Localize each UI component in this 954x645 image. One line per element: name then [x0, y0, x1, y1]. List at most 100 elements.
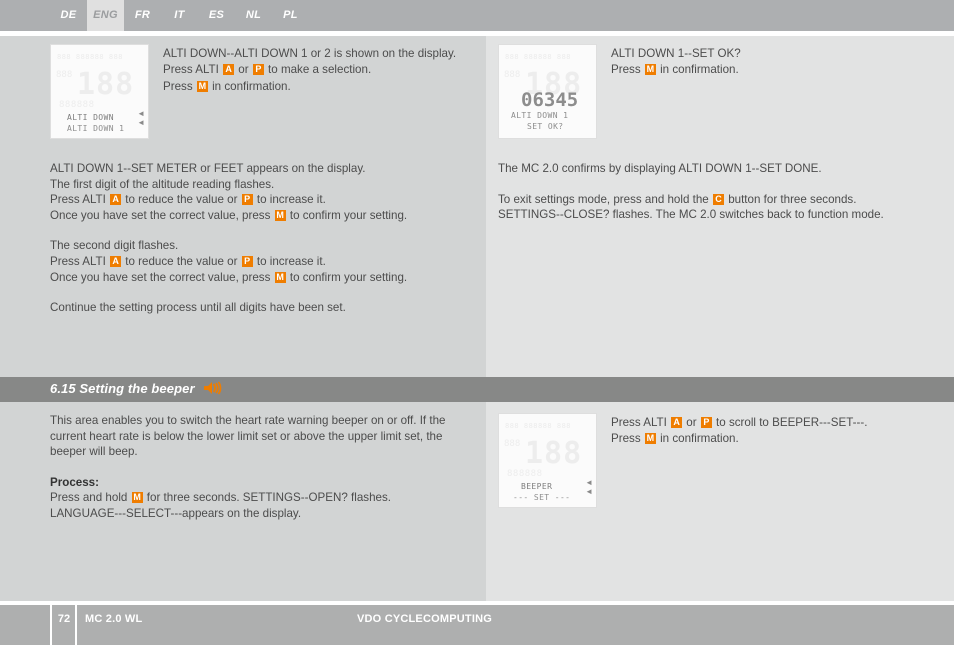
beeper-caption-l1-mid: or	[683, 416, 700, 429]
tab-de[interactable]: DE	[50, 0, 87, 31]
beeper-caption-l2-pre: Press	[611, 432, 644, 446]
lcd-display-alti-down-set-ok: 888 888888 888 888 188 06345 ALTI DOWN 1…	[498, 44, 597, 139]
process-steps: Press and hold M for three seconds. SETT…	[50, 490, 470, 521]
key-badge-p: P	[700, 417, 712, 428]
lcd-altitude-value: 06345	[521, 89, 579, 111]
lcd-arrow-icons: ◄ ◄	[585, 478, 593, 496]
lcd-label-line-1: ALTI DOWN 1	[511, 111, 569, 120]
key-badge-m: M	[644, 433, 656, 445]
body-p2-l1: The second digit flashes.	[50, 239, 179, 253]
lcd-caption-text: ALTI DOWN 1--SET OK? Press M in confirma…	[611, 44, 741, 79]
beeper-caption-l2-post: in confirmation.	[656, 432, 739, 446]
lcd-mid-segments: 888888	[507, 469, 543, 479]
beeper-intro: This area enables you to switch the hear…	[50, 414, 446, 459]
key-badge-a: A	[671, 417, 683, 428]
lcd-with-caption: 888 888888 888 888 188 888888 BEEPER ---…	[498, 413, 938, 508]
body-p2-l3-pre: Once you have set the correct value, pre…	[50, 270, 274, 284]
body-p1-l4-pre: Once you have set the correct value, pre…	[50, 208, 274, 222]
process-label: Process:	[50, 475, 99, 489]
section-title-text: 6.15 Setting the beeper	[50, 381, 195, 396]
lcd-main-digits: 188	[77, 67, 135, 102]
lcd-left-segments: 888	[504, 70, 521, 80]
section-alti-down-left: 888 888888 888 888 188 888888 ALTI DOWN …	[50, 44, 470, 316]
manual-page: DE ENG FR IT ES NL PL 888 888888 888 888…	[0, 0, 954, 645]
tab-nl[interactable]: NL	[235, 0, 272, 31]
lcd-caption-text: ALTI DOWN--ALTI DOWN 1 or 2 is shown on …	[163, 44, 456, 95]
lcd-arrow-icons: ◄ ◄	[137, 109, 145, 127]
process-l1-pre: Press and hold	[50, 491, 131, 505]
page-number: 72	[57, 613, 71, 625]
beeper-caption-l1-post: to scroll to BEEPER---SET---.	[712, 416, 868, 429]
key-badge-a: A	[110, 194, 122, 206]
lcd-top-segments: 888 888888 888	[505, 53, 572, 61]
caption-line-1: ALTI DOWN 1--SET OK?	[611, 47, 741, 60]
lcd-caption-text: Press ALTI A or P to scroll to BEEPER---…	[611, 413, 867, 448]
key-badge-p: P	[241, 255, 253, 267]
body-p1: ALTI DOWN 1--SET METER or FEET appears o…	[50, 161, 470, 223]
lcd-label-line-2: --- SET ---	[513, 493, 571, 502]
lcd-label-line-1: ALTI DOWN	[67, 113, 114, 122]
body-p2-l2-mid: to reduce the value or	[122, 254, 241, 268]
alti-down-right-body: The MC 2.0 confirms by displaying ALTI D…	[498, 161, 938, 223]
section-title: 6.15 Setting the beeper	[50, 381, 222, 398]
lcd-with-caption: 888 888888 888 888 188 888888 ALTI DOWN …	[50, 44, 470, 139]
key-badge-c: C	[712, 193, 724, 205]
caption-line-2-mid: or	[235, 63, 252, 77]
right-body-p2: To exit settings mode, press and hold th…	[498, 192, 938, 223]
process-l1-post: for three seconds. SETTINGS--OPEN? flash…	[143, 491, 391, 505]
body-p1-l2: The first digit of the altitude reading …	[50, 177, 275, 191]
body-p3: Continue the setting process until all d…	[50, 301, 346, 315]
alti-down-body-text: ALTI DOWN 1--SET METER or FEET appears o…	[50, 161, 470, 316]
tab-pl[interactable]: PL	[272, 0, 309, 31]
body-p2-l2-post: to increase it.	[253, 254, 326, 268]
key-badge-m: M	[274, 209, 286, 221]
lcd-display-beeper-set: 888 888888 888 888 188 888888 BEEPER ---…	[498, 413, 597, 508]
right-body-p2-l2: SETTINGS--CLOSE? flashes. The MC 2.0 swi…	[498, 208, 884, 222]
key-badge-a: A	[110, 255, 122, 267]
section-alti-down-right: 888 888888 888 888 188 06345 ALTI DOWN 1…	[498, 44, 938, 223]
product-model-label: MC 2.0 WL	[85, 613, 143, 625]
body-p2: The second digit flashes. Press ALTI A t…	[50, 238, 470, 285]
key-badge-p: P	[241, 194, 253, 206]
beeper-sound-icon	[202, 381, 222, 398]
language-tab-list: DE ENG FR IT ES NL PL	[50, 0, 309, 31]
body-p1-l3-post: to increase it.	[253, 193, 326, 207]
beeper-left-column: This area enables you to switch the hear…	[50, 413, 470, 522]
section-header-bar: 6.15 Setting the beeper	[0, 377, 954, 402]
tab-eng[interactable]: ENG	[87, 0, 124, 31]
lcd-top-segments: 888 888888 888	[505, 422, 572, 430]
lcd-mid-segments: 888888	[59, 100, 95, 110]
body-p1-l3-mid: to reduce the value or	[122, 193, 241, 207]
tab-fr[interactable]: FR	[124, 0, 161, 31]
page-footer: 72 MC 2.0 WL VDO CYCLECOMPUTING	[0, 605, 954, 645]
body-p2-l3-post: to confirm your setting.	[286, 270, 408, 284]
footer-divider-right	[75, 605, 77, 645]
right-body-p2-post: button for three seconds.	[724, 192, 857, 206]
key-badge-m: M	[131, 492, 143, 504]
lcd-label-line-2: ALTI DOWN 1	[67, 124, 125, 133]
lcd-display-alti-down: 888 888888 888 888 188 888888 ALTI DOWN …	[50, 44, 149, 139]
lcd-top-segments: 888 888888 888	[57, 53, 124, 61]
language-tab-bar: DE ENG FR IT ES NL PL	[0, 0, 954, 31]
body-p1-l4-post: to confirm your setting.	[286, 208, 408, 222]
key-badge-m: M	[644, 64, 656, 76]
footer-divider-left	[50, 605, 52, 645]
beeper-caption-l1-pre: Press ALTI	[611, 416, 671, 429]
caption-line-2-pre: Press	[611, 63, 644, 77]
key-badge-p: P	[252, 64, 264, 76]
key-badge-m: M	[196, 80, 208, 92]
lcd-left-segments: 888	[504, 439, 521, 449]
lcd-main-digits: 188	[525, 436, 583, 471]
tab-it[interactable]: IT	[161, 0, 198, 31]
caption-line-3-pre: Press	[163, 79, 196, 93]
beeper-intro-block: This area enables you to switch the hear…	[50, 413, 470, 522]
caption-line-2-post: to make a selection.	[264, 63, 372, 77]
right-body-p2-pre: To exit settings mode, press and hold th…	[498, 192, 712, 206]
brand-label: VDO CYCLECOMPUTING	[357, 613, 492, 625]
tab-es[interactable]: ES	[198, 0, 235, 31]
lcd-with-caption: 888 888888 888 888 188 06345 ALTI DOWN 1…	[498, 44, 938, 139]
body-p2-l2-pre: Press ALTI	[50, 254, 110, 268]
